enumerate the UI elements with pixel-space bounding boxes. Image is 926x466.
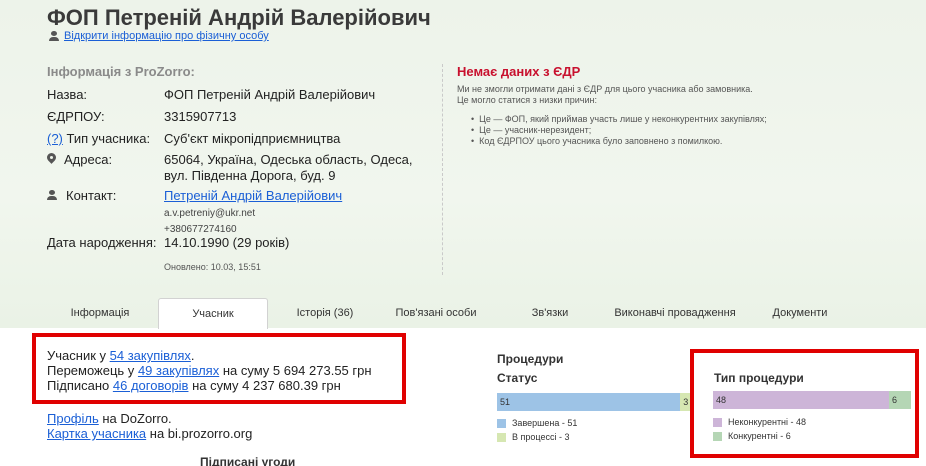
- status-in-process-value: 3: [683, 397, 689, 407]
- tab-bar: Інформація Учасник Історія (36) Пов'язан…: [0, 298, 926, 329]
- tab-history[interactable]: Історія (36): [270, 298, 380, 328]
- external-links: Профіль на DoZorro. Картка учасника на b…: [47, 411, 252, 441]
- status-chart-title: Статус: [497, 371, 538, 385]
- edr-reason-item: Це — ФОП, який приймав участь лише у нек…: [479, 114, 767, 125]
- updated-timestamp: Оновлено: 10.03, 15:51: [164, 262, 261, 272]
- address-label: Адреса:: [64, 152, 113, 167]
- location-pin-icon: [47, 153, 56, 165]
- legend-swatch: [497, 432, 506, 442]
- dozorro-profile-link[interactable]: Профіль: [47, 411, 99, 426]
- edrpou-label: ЄДРПОУ:: [47, 109, 105, 124]
- edr-no-data-heading: Немає даних з ЄДР: [457, 64, 581, 79]
- participant-type-help-link[interactable]: (?): [47, 131, 63, 146]
- edr-no-data-line-1: Ми не змогли отримати дані з ЄДР для цьо…: [457, 84, 753, 94]
- section-divider: [442, 64, 443, 275]
- tab-information[interactable]: Інформація: [40, 298, 160, 328]
- tab-related-persons[interactable]: Пов'язані особи: [380, 298, 492, 328]
- legend-swatch: [497, 418, 506, 428]
- prozorro-info-heading: Інформація з ProZorro:: [47, 64, 195, 79]
- participant-header-panel: ФОП Петреній Андрій Валерійович Відкрити…: [0, 0, 926, 329]
- contact-label-group: Контакт:: [47, 188, 116, 203]
- name-value: ФОП Петреній Андрій Валерійович: [164, 87, 376, 102]
- edr-reason-item: Код ЄДРПОУ цього учасника було заповнено…: [479, 136, 767, 147]
- bi-card-suffix: на bi.prozorro.org: [146, 426, 253, 441]
- status-bar-completed[interactable]: 51: [497, 393, 681, 411]
- birth-date-value: 14.10.1990 (29 років): [164, 235, 290, 250]
- tab-documents[interactable]: Документи: [745, 298, 855, 328]
- legend-item-completed[interactable]: Завершена - 51: [497, 416, 577, 430]
- address-line-1: 65064, Україна, Одеська область, Одеса,: [164, 152, 413, 167]
- dozorro-suffix: на DoZorro.: [98, 411, 172, 426]
- person-icon: [49, 31, 59, 41]
- dozorro-line: Профіль на DoZorro.: [47, 411, 252, 426]
- participant-card-link[interactable]: Картка учасника: [47, 426, 146, 441]
- contact-value: Петреній Андрій Валерійович a.v.petreniy…: [164, 188, 342, 236]
- address-value: 65064, Україна, Одеська область, Одеса, …: [164, 152, 413, 184]
- legend-label: Завершена - 51: [512, 418, 578, 428]
- contact-label: Контакт:: [66, 188, 117, 203]
- legend-item-in-process[interactable]: В процессі - 3: [497, 430, 577, 444]
- edr-no-data-line-2: Це могло статися з низки причин:: [457, 95, 597, 105]
- tab-connections[interactable]: Зв'язки: [495, 298, 605, 328]
- participant-type-label: Тип учасника:: [66, 131, 151, 146]
- page-title: ФОП Петреній Андрій Валерійович: [47, 5, 431, 30]
- status-chart-bar: 51 3: [497, 393, 691, 411]
- open-person-link-row: Відкрити інформацію про фізичну особу: [49, 30, 269, 42]
- edr-no-data-text: Ми не змогли отримати дані з ЄДР для цьо…: [457, 84, 753, 106]
- birth-date-label: Дата народження:: [47, 235, 157, 250]
- name-label: Назва:: [47, 87, 88, 102]
- signed-contracts-heading: Підписані угоди: [200, 455, 296, 466]
- procedure-type-highlight-box: [690, 349, 919, 458]
- summary-highlight-box: [32, 333, 406, 404]
- contact-name-link[interactable]: Петреній Андрій Валерійович: [164, 188, 342, 203]
- participant-type-value: Суб'єкт мікропідприємництва: [164, 131, 341, 146]
- contact-email: a.v.petreniy@ukr.net: [164, 208, 256, 219]
- edrpou-value: 3315907713: [164, 109, 237, 124]
- edr-reason-item: Це — учасник-нерезидент;: [479, 125, 767, 136]
- procedures-heading: Процедури: [497, 352, 564, 366]
- open-person-info-link[interactable]: Відкрити інформацію про фізичну особу: [64, 30, 269, 42]
- tab-enforcement[interactable]: Виконавчі провадження: [605, 298, 745, 328]
- contact-person-icon: [47, 190, 57, 200]
- status-completed-value: 51: [500, 397, 511, 407]
- participant-type-label-group: (?) Тип учасника:: [47, 131, 150, 146]
- legend-label: В процессі - 3: [512, 432, 570, 442]
- contact-phone: +380677274160: [164, 224, 237, 235]
- address-line-2: вул. Південна Дорога, буд. 9: [164, 168, 336, 183]
- tab-participant[interactable]: Учасник: [158, 298, 268, 329]
- bi-card-line: Картка учасника на bi.prozorro.org: [47, 426, 252, 441]
- status-legend: Завершена - 51 В процессі - 3: [497, 416, 577, 444]
- edr-reasons-list: Це — ФОП, який приймав участь лише у нек…: [479, 114, 767, 147]
- address-label-group: Адреса:: [47, 152, 112, 167]
